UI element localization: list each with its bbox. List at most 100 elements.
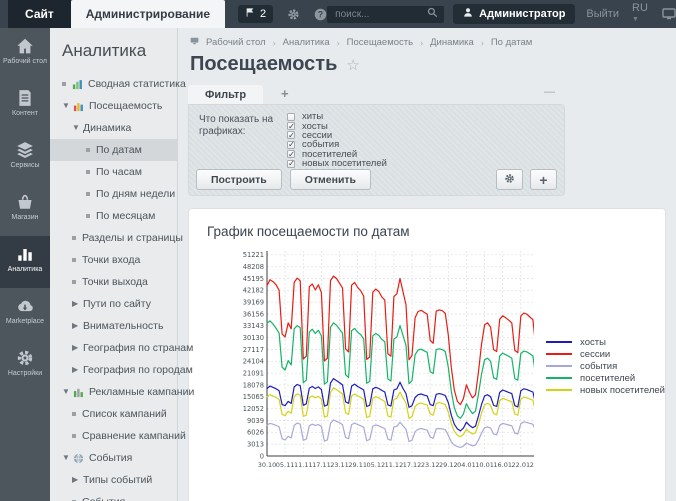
cancel-button[interactable]: Отменить — [290, 169, 371, 190]
sidebar-item[interactable]: События — [50, 491, 177, 501]
rail-item-label: Marketplace — [0, 318, 50, 326]
legend-swatch — [546, 377, 572, 379]
breadcrumb-link[interactable]: Аналитика — [283, 37, 330, 48]
sidebar-item[interactable]: ▼Рекламные кампании — [50, 381, 177, 403]
sidebar-title: Аналитика — [50, 28, 177, 73]
sidebar-item[interactable]: ▼События — [50, 447, 177, 469]
svg-text:29.12: 29.12 — [439, 461, 458, 469]
filter-checkbox-row[interactable]: новых посетителей — [287, 159, 387, 168]
notifications-button[interactable]: 2 — [238, 5, 273, 23]
settings-gear-button[interactable] — [287, 8, 300, 21]
checkbox[interactable] — [287, 160, 295, 168]
sidebar-item[interactable]: По месяцам — [50, 205, 177, 227]
filter-settings-button[interactable] — [496, 169, 523, 190]
sidebar-item[interactable]: ▶Пути по сайту — [50, 293, 177, 315]
checkbox[interactable] — [287, 150, 295, 158]
sidebar-item-label: По дням недели — [96, 183, 175, 205]
sidebar-item-label: Рекламные кампании — [89, 381, 194, 403]
sidebar-item[interactable]: ▶География по странам — [50, 337, 177, 359]
sidebar-item[interactable]: ▶Типы событий — [50, 469, 177, 491]
sidebar-item[interactable]: Сравнение кампаний — [50, 425, 177, 447]
site-view-button[interactable] — [662, 8, 676, 20]
add-filter-tab-button[interactable]: + — [270, 83, 300, 104]
collapse-filter-button[interactable]: — — [544, 86, 555, 98]
site-tab[interactable]: Сайт — [8, 0, 71, 28]
logout-link[interactable]: Выйти — [586, 8, 619, 20]
chart-legend: хостысессиисобытияпосетителейновых посет… — [546, 336, 665, 471]
search-input[interactable] — [333, 8, 427, 21]
favorite-star-icon[interactable]: ☆ — [346, 56, 359, 74]
chevron-down-icon[interactable]: ▼ — [62, 447, 68, 469]
rail-item-label: Контент — [0, 110, 50, 118]
breadcrumb-link[interactable]: Динамика — [430, 37, 474, 48]
chevron-down-icon[interactable]: ▼ — [62, 95, 68, 117]
chevron-right-icon[interactable]: ▶ — [72, 315, 78, 337]
sidebar-item[interactable]: Разделы и страницы — [50, 227, 177, 249]
checkbox[interactable] — [287, 131, 295, 139]
sidebar-item[interactable]: По дням недели — [50, 183, 177, 205]
adv-chart-icon — [73, 387, 84, 398]
legend-item: сессии — [546, 348, 665, 360]
search-icon[interactable] — [427, 5, 438, 23]
chevron-right-icon[interactable]: ▶ — [72, 293, 78, 315]
chevron-right-icon[interactable]: ▶ — [72, 359, 78, 381]
legend-swatch — [546, 389, 572, 391]
sidebar-item-label: Динамика — [83, 117, 131, 139]
page-title: Посещаемость — [190, 53, 337, 76]
rail-item-home[interactable]: Рабочий стол — [0, 28, 50, 80]
checkbox[interactable] — [287, 141, 295, 149]
admin-tab[interactable]: Администрирование — [71, 0, 225, 28]
svg-text:30130: 30130 — [243, 334, 264, 342]
chevron-right-icon[interactable]: ▶ — [72, 337, 78, 359]
breadcrumb-link[interactable]: По датам — [491, 37, 532, 48]
rail-item-cart[interactable]: Магазин — [0, 184, 50, 236]
rail-item-layers[interactable]: Сервисы — [0, 132, 50, 184]
cloud-icon — [0, 297, 50, 315]
checkbox[interactable] — [287, 122, 295, 130]
user-button[interactable]: Администратор — [453, 4, 575, 24]
legend-swatch — [546, 365, 572, 367]
language-selector[interactable]: RU ▼ — [632, 2, 648, 26]
desktop-icon — [190, 37, 199, 48]
sidebar-item[interactable]: Сводная статистика — [50, 73, 177, 95]
add-field-button[interactable]: + — [530, 169, 557, 190]
breadcrumb-link[interactable]: Рабочий стол — [206, 37, 266, 48]
rail-item-cloud[interactable]: Marketplace — [0, 288, 50, 340]
chevron-down-icon[interactable]: ▼ — [62, 381, 68, 403]
filter-panel: Что показать на графиках: хитыхостысесси… — [188, 104, 565, 196]
tab-filter[interactable]: Фильтр — [188, 85, 263, 104]
sidebar-item[interactable]: ▼Посещаемость — [50, 95, 177, 117]
sidebar-item[interactable]: По датам — [50, 139, 177, 161]
chart-title: График посещаемости по датам — [189, 209, 665, 239]
sidebar-menu: Сводная статистика▼Посещаемость▼Динамика… — [50, 73, 177, 501]
chevron-right-icon[interactable]: ▶ — [72, 469, 78, 491]
chevron-down-icon[interactable]: ▼ — [72, 117, 78, 139]
sidebar-item[interactable]: ▶География по городам — [50, 359, 177, 381]
sidebar-item[interactable]: По часам — [50, 161, 177, 183]
rail-item-label: Магазин — [0, 214, 50, 222]
svg-text:?: ? — [318, 9, 323, 19]
square-bullet-icon — [72, 434, 76, 438]
legend-swatch — [546, 341, 572, 343]
checkbox[interactable] — [287, 113, 295, 121]
legend-label: хосты — [580, 337, 606, 348]
rail-item-document[interactable]: Контент — [0, 80, 50, 132]
sidebar-item[interactable]: Точки входа — [50, 249, 177, 271]
svg-text:12052: 12052 — [243, 405, 264, 413]
sidebar-item[interactable]: ▼Динамика — [50, 117, 177, 139]
help-button[interactable]: ? — [314, 8, 327, 21]
sidebar-item[interactable]: ▶Внимательность — [50, 315, 177, 337]
person-icon — [463, 7, 473, 21]
legend-label: новых посетителей — [580, 385, 665, 396]
rail-item-gear[interactable]: Настройки — [0, 340, 50, 392]
sidebar-item[interactable]: Точки выхода — [50, 271, 177, 293]
sidebar-item[interactable]: Список кампаний — [50, 403, 177, 425]
breadcrumb-link[interactable]: Посещаемость — [347, 37, 413, 48]
flag-icon — [245, 7, 255, 21]
rail-item-analytics[interactable]: Аналитика — [0, 236, 50, 288]
gear-icon — [287, 8, 300, 21]
rail-item-label: Настройки — [0, 370, 50, 378]
sidebar-item-label: Сводная статистика — [88, 73, 186, 95]
events-icon — [73, 453, 84, 464]
build-button[interactable]: Построить — [196, 169, 282, 190]
